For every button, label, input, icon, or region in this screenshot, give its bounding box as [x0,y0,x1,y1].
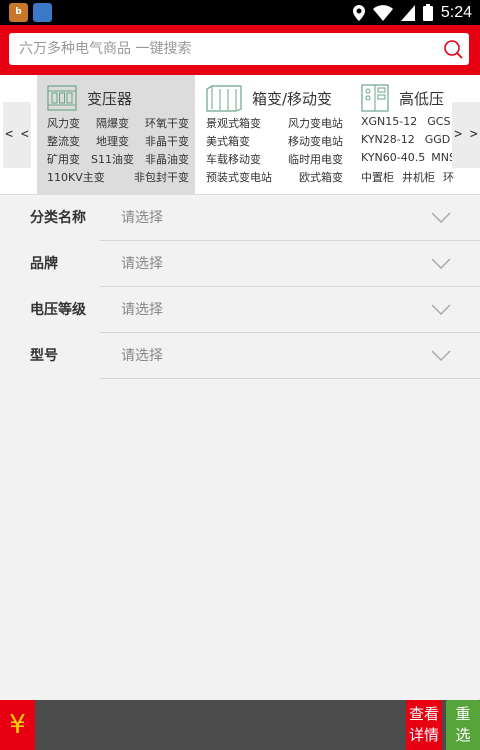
app-notification-icon-2 [33,3,52,22]
category-item[interactable]: GGD [425,133,451,151]
category-item[interactable]: 景观式箱变 [206,115,261,133]
model-select[interactable]: 请选择 [121,334,163,378]
filter-label: 型号 [30,348,58,364]
category-card-box-substation[interactable]: 箱变/移动变 景观式箱变 风力变电站 美式箱变 移动变电站 车载移动变 临时用电变 预… [196,75,349,194]
category-title: 变压器 [87,89,133,108]
category-item[interactable]: KYN28-12 [361,133,415,151]
category-item[interactable]: 非包封干变 [134,169,189,187]
filter-row-brand[interactable]: 品牌 请选择 [0,242,480,288]
row-divider [100,332,480,333]
category-item[interactable]: 地理变 [96,133,129,151]
filter-label: 品牌 [30,256,58,272]
category-item[interactable]: XGN15-12 [361,115,417,133]
category-item[interactable]: 110KV主变 [47,169,105,187]
category-item[interactable]: KYN60-40.5 [361,151,425,169]
filter-label: 分类名称 [30,210,86,226]
reset-label-1: 重 [455,705,471,723]
transformer-icon [47,85,77,111]
bottom-action-bar: ¥ 查看 详情 重 选 [0,700,480,750]
category-item[interactable]: 隔爆变 [96,115,129,133]
price-icon[interactable]: ¥ [0,700,35,750]
status-indicators: 5:24 [352,0,472,25]
filter-row-category[interactable]: 分类名称 请选择 [0,196,480,242]
view-details-label-1: 查看 [408,705,439,723]
category-item[interactable]: 非晶干变 [145,133,189,151]
category-item[interactable]: 临时用电变 [288,151,343,169]
reset-label-2: 选 [455,726,471,744]
category-item[interactable]: 中置柜 [361,169,394,187]
box-substation-icon [206,85,242,112]
voltage-select[interactable]: 请选择 [121,288,163,332]
row-divider [100,240,480,241]
category-item[interactable]: 风力变电站 [288,115,343,133]
category-title: 高低压 [399,89,445,108]
category-title: 箱变/移动变 [252,89,333,108]
status-bar: b 5:24 [0,0,480,25]
brand-select[interactable]: 请选择 [121,242,163,286]
category-item[interactable]: 整流变 [47,133,80,151]
row-divider [100,378,480,379]
status-time: 5:24 [440,3,472,21]
search-icon[interactable] [443,39,463,59]
location-icon [352,4,365,21]
view-details-button[interactable]: 查看 详情 [406,700,442,750]
app-notification-icon: b [9,3,28,22]
category-item[interactable]: 美式箱变 [206,133,250,151]
category-item[interactable]: S11油变 [91,151,134,169]
category-item[interactable]: 预装式变电站 [206,169,272,187]
signal-icon [400,4,415,21]
category-card-transformer[interactable]: 变压器 风力变 隔爆变 环氧干变 整流变 地理变 非晶干变 矿用变 S11油变 非晶油变 1… [37,75,195,194]
reset-button[interactable]: 重 选 [446,700,480,750]
category-item[interactable]: 移动变电站 [288,133,343,151]
wifi-icon [372,4,393,21]
category-item[interactable]: 车载移动变 [206,151,261,169]
battery-icon [422,4,433,21]
switchgear-icon [361,84,389,112]
category-item[interactable]: 矿用变 [47,151,80,169]
search-bar[interactable]: 六万多种电气商品 一键搜索 [9,33,469,65]
category-item[interactable]: 环氧干变 [145,115,189,133]
category-item[interactable]: 环 [443,169,454,187]
category-select[interactable]: 请选择 [121,196,163,240]
app-header: 六万多种电气商品 一键搜索 [0,25,480,75]
category-item[interactable]: GCS [427,115,450,133]
row-divider [100,286,480,287]
chevron-down-icon[interactable] [431,212,451,224]
filter-row-model[interactable]: 型号 请选择 [0,334,480,380]
carousel-prev-button[interactable]: < < [3,102,31,168]
category-item[interactable]: 非晶油变 [145,151,189,169]
filter-row-voltage[interactable]: 电压等级 请选择 [0,288,480,334]
search-input[interactable]: 六万多种电气商品 一键搜索 [19,33,191,65]
chevron-down-icon[interactable] [431,304,451,316]
chevron-down-icon[interactable] [431,258,451,270]
category-item[interactable]: 井机柜 [402,169,435,187]
filter-label: 电压等级 [30,302,86,318]
carousel-next-button[interactable]: > > [452,102,480,168]
filter-form: 分类名称 请选择 品牌 请选择 电压等级 请选择 型号 请选择 [0,196,480,380]
view-details-label-2: 详情 [408,726,439,744]
chevron-down-icon[interactable] [431,350,451,362]
category-item[interactable]: 欧式箱变 [299,169,343,187]
category-carousel[interactable]: < < 变压器 风力变 隔爆变 环氧干变 整流变 地理变 非晶干变 矿用变 S11油变 非晶… [0,75,480,195]
category-item[interactable]: 风力变 [47,115,80,133]
